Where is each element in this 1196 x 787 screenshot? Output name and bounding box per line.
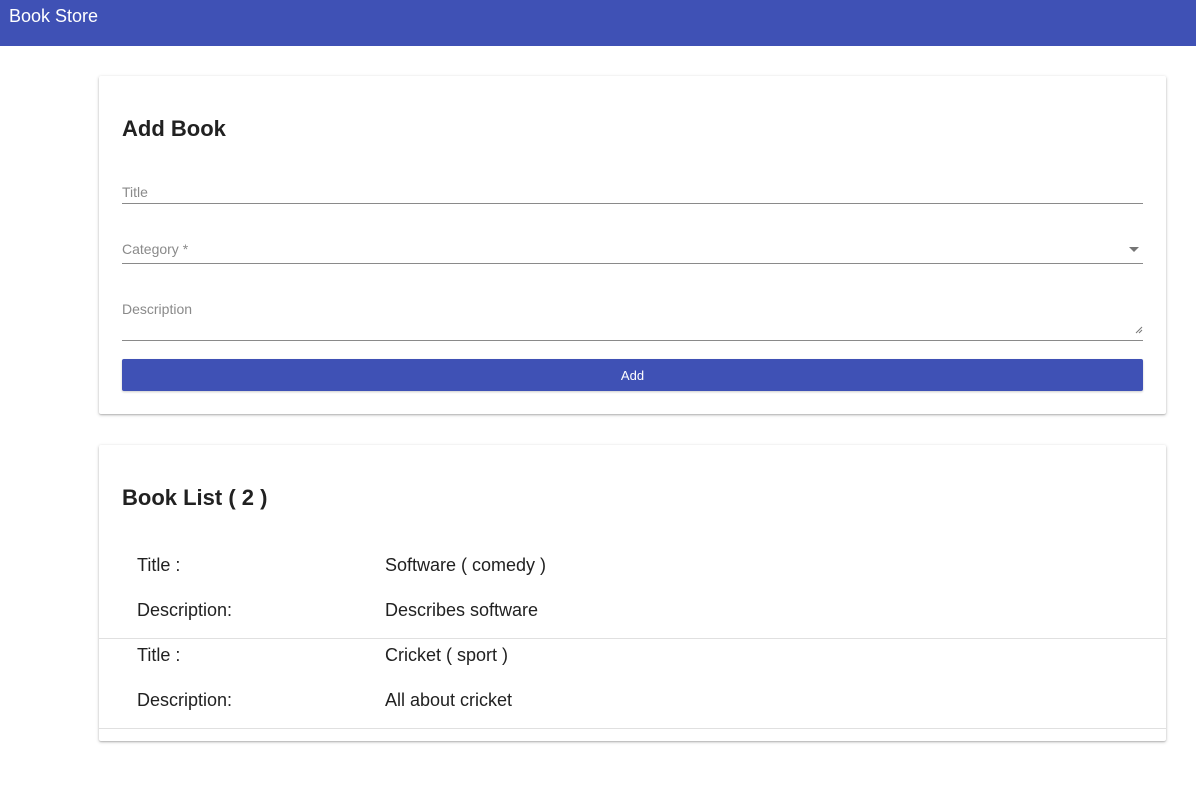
title-input[interactable] <box>122 176 1143 203</box>
add-book-heading: Add Book <box>122 116 226 141</box>
app-title: Book Store <box>9 6 99 26</box>
book-description: Describes software <box>385 600 539 620</box>
book-list-heading: Book List ( 2 ) <box>122 485 268 510</box>
title-label: Title : <box>137 555 181 575</box>
description-label: Description: <box>137 600 233 620</box>
title-field <box>122 176 1143 204</box>
category-select[interactable]: Category * <box>122 237 1143 264</box>
title-label: Title : <box>137 645 181 665</box>
app-toolbar: Book Store <box>0 0 1196 46</box>
book-title: Software ( comedy ) <box>385 555 547 575</box>
book-list-item[interactable]: Title : Cricket ( sport ) Description: A… <box>99 639 1166 729</box>
add-button[interactable]: Add <box>122 359 1143 391</box>
category-placeholder: Category * <box>122 241 189 257</box>
dropdown-arrow-icon[interactable] <box>1129 247 1139 252</box>
description-label: Description: <box>137 690 233 710</box>
resize-handle-icon[interactable] <box>1135 326 1143 334</box>
book-description: All about cricket <box>385 690 513 710</box>
book-list-item[interactable]: Title : Software ( comedy ) Description:… <box>99 549 1166 639</box>
description-textarea[interactable] <box>122 298 1143 340</box>
book-title: Cricket ( sport ) <box>385 645 509 665</box>
book-list-card: Book List ( 2 ) Title : Software ( comed… <box>99 445 1166 741</box>
description-field <box>122 298 1143 341</box>
add-book-card: Add Book Category * Add <box>99 76 1166 414</box>
